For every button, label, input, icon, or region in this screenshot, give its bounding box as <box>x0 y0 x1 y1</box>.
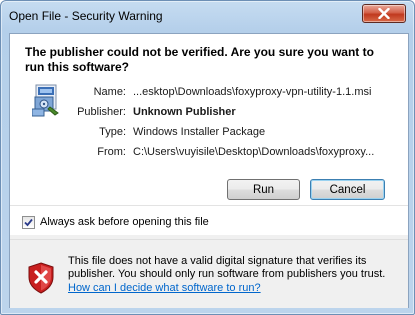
type-value: Windows Installer Package <box>133 126 266 138</box>
name-value: ...esktop\Downloads\foxyproxy-vpn-utilit… <box>133 86 372 98</box>
window-title: Open File - Security Warning <box>9 9 163 23</box>
always-ask-label[interactable]: Always ask before opening this file <box>40 216 209 228</box>
type-label: Type: <box>99 126 126 138</box>
run-button[interactable]: Run <box>227 179 300 200</box>
checkmark-icon <box>24 218 33 227</box>
publisher-label: Publisher: <box>77 106 126 118</box>
warning-panel: This file does not have a valid digital … <box>10 239 408 308</box>
security-warning-dialog: Open File - Security Warning The publish… <box>0 0 415 315</box>
red-shield-x-icon <box>28 262 54 294</box>
from-value: C:\Users\vuyisile\Desktop\Downloads\foxy… <box>133 146 375 158</box>
dialog-body: The publisher could not be verified. Are… <box>9 33 409 308</box>
warning-message: This file does not have a valid digital … <box>68 255 386 280</box>
cancel-button[interactable]: Cancel <box>310 179 385 200</box>
warning-headline: The publisher could not be verified. Are… <box>25 45 374 74</box>
close-icon <box>378 8 390 19</box>
always-ask-checkbox[interactable] <box>22 216 35 229</box>
from-label: From: <box>97 146 126 158</box>
details-panel: The publisher could not be verified. Are… <box>10 34 408 235</box>
help-link[interactable]: How can I decide what software to run? <box>68 282 261 294</box>
name-label: Name: <box>93 86 126 98</box>
close-button[interactable] <box>362 4 406 23</box>
divider <box>10 205 408 206</box>
publisher-value: Unknown Publisher <box>133 106 236 118</box>
title-bar[interactable]: Open File - Security Warning <box>1 1 414 31</box>
